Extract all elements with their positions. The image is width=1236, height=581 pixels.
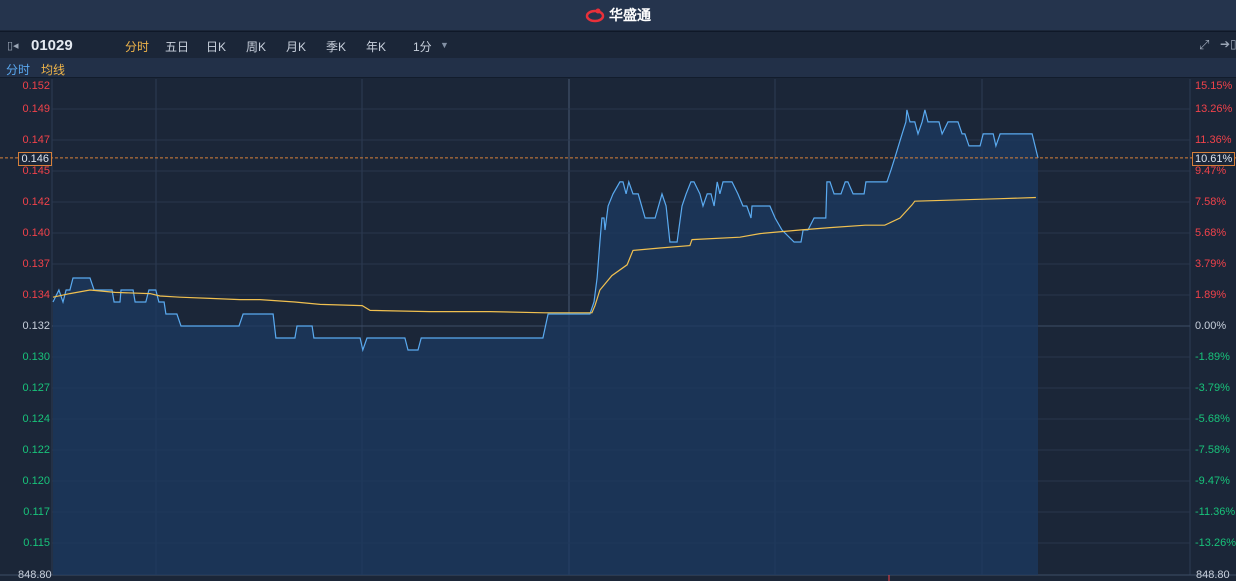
percent-axis-label: 3.79% xyxy=(1195,258,1227,270)
intraday-chart xyxy=(0,79,1236,581)
volume-label-left: 848.80 xyxy=(18,569,52,581)
percent-axis-label: 11.36% xyxy=(1195,134,1232,146)
percent-axis-label: -1.89% xyxy=(1195,351,1230,363)
price-axis-label: 0.142 xyxy=(22,196,50,208)
price-axis-label: 0.145 xyxy=(22,165,50,177)
percent-axis-label: -11.36% xyxy=(1195,506,1236,518)
price-axis-label: 0.115 xyxy=(23,537,50,549)
percent-axis-label: 9.47% xyxy=(1195,165,1227,177)
percent-axis-label: 13.26% xyxy=(1195,103,1233,115)
percent-axis-label: 0.00% xyxy=(1195,320,1227,332)
price-axis-label: 0.137 xyxy=(22,258,50,270)
current-pct-label: 10.61% xyxy=(1192,151,1236,166)
price-axis-label: 0.124 xyxy=(22,413,50,425)
price-axis-label: 0.127 xyxy=(22,382,50,394)
percent-axis-label: 15.15% xyxy=(1195,80,1233,92)
percent-axis-label: 7.58% xyxy=(1195,196,1227,208)
percent-axis-label: 5.68% xyxy=(1195,227,1227,239)
price-axis-label: 0.122 xyxy=(22,444,50,456)
current-price-label: 0.146 xyxy=(18,151,52,166)
price-axis-label: 0.117 xyxy=(23,506,50,518)
price-axis-label: 0.130 xyxy=(22,351,50,363)
volume-label-right: 848.80 xyxy=(1196,569,1230,581)
percent-axis-label: 1.89% xyxy=(1195,289,1227,301)
percent-axis-label: -7.58% xyxy=(1195,444,1230,456)
price-axis-label: 0.140 xyxy=(22,227,50,239)
price-area-fill xyxy=(53,109,1038,576)
price-axis-label: 0.132 xyxy=(22,320,50,332)
percent-axis-label: -13.26% xyxy=(1195,537,1236,549)
percent-axis-label: -9.47% xyxy=(1195,475,1230,487)
price-axis-label: 0.134 xyxy=(22,289,50,301)
percent-axis-label: -5.68% xyxy=(1195,413,1230,425)
price-axis-label: 0.149 xyxy=(22,103,50,115)
price-axis-label: 0.152 xyxy=(22,80,50,92)
percent-axis-label: -3.79% xyxy=(1195,382,1230,394)
price-axis-label: 0.120 xyxy=(22,475,50,487)
price-axis-label: 0.147 xyxy=(22,134,50,146)
